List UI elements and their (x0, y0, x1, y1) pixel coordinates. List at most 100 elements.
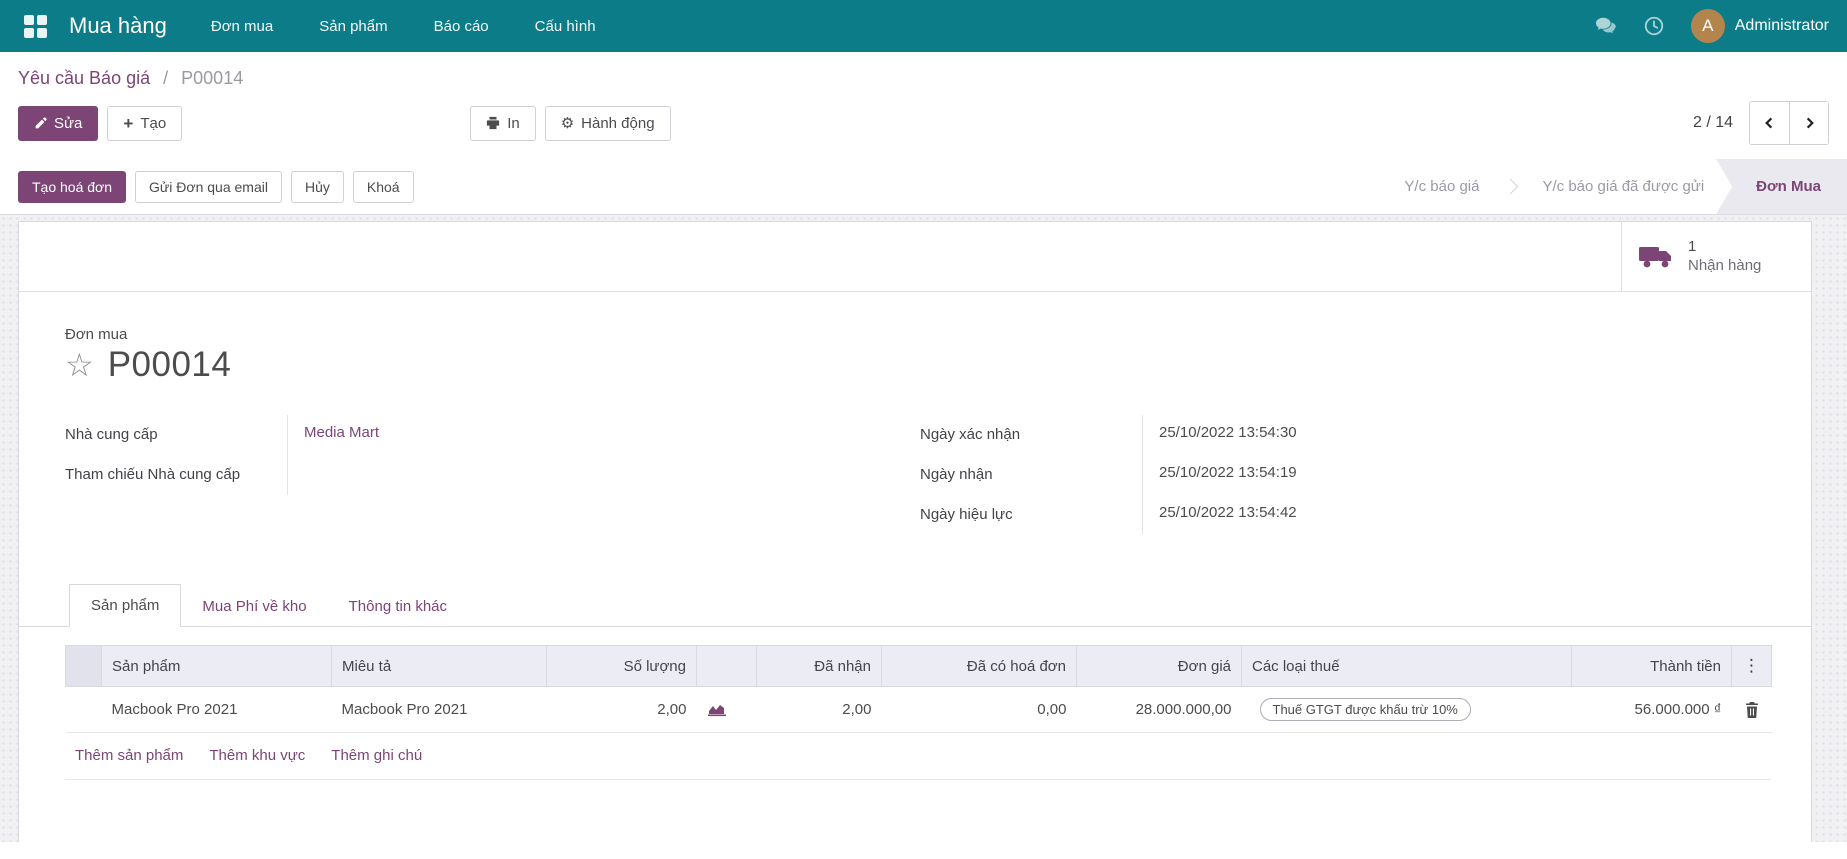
confirm-date-value[interactable]: 25/10/2022 13:54:30 (1142, 415, 1765, 455)
breadcrumb-current: P00014 (181, 68, 244, 88)
forecast-chart-icon[interactable] (707, 702, 727, 718)
tab-products[interactable]: Sản phẩm (69, 584, 182, 628)
add-product-link[interactable]: Thêm sản phẩm (75, 747, 183, 764)
action-button-label: Hành động (581, 114, 655, 132)
messages-icon[interactable] (1595, 15, 1617, 37)
field-groups: Nhà cung cấp Media Mart Tham chiếu Nhà c… (19, 385, 1811, 535)
header-taxes[interactable]: Các loại thuế (1241, 645, 1572, 688)
plus-icon: + (123, 113, 134, 133)
create-invoice-button[interactable]: Tạo hoá đơn (18, 170, 127, 203)
effective-date-label: Ngày hiệu lực (920, 505, 1013, 523)
table-header-row: Sản phẩm Miêu tả Số lượng Đã nhận Đã có … (65, 645, 1772, 688)
form-sheet: 1 Nhận hàng Đơn mua ☆ P00014 Nhà cung cấ… (18, 221, 1812, 842)
activities-clock-icon[interactable] (1643, 15, 1665, 37)
user-menu[interactable]: A Administrator (1690, 9, 1829, 43)
favorite-star-icon[interactable]: ☆ (65, 349, 94, 381)
edit-button[interactable]: Sửa (18, 105, 99, 141)
column-options-kebab-icon[interactable]: ⋮ (1731, 645, 1772, 688)
header-subtotal[interactable]: Thành tiền (1571, 645, 1732, 688)
header-billed[interactable]: Đã có hoá đơn (881, 645, 1077, 688)
receipt-count: 1 (1688, 237, 1697, 255)
header-description[interactable]: Miêu tả (331, 645, 547, 688)
cell-description[interactable]: Macbook Pro 2021 (331, 686, 547, 734)
receipt-label: Nhận hàng (1688, 256, 1762, 274)
avatar: A (1690, 9, 1725, 43)
menu-cau-hinh[interactable]: Cấu hình (535, 18, 596, 35)
page-title: P00014 (107, 345, 232, 384)
receipt-date-value[interactable]: 25/10/2022 13:54:19 (1142, 454, 1765, 495)
delete-trash-icon[interactable] (1745, 702, 1759, 719)
tab-other-info[interactable]: Thông tin khác (328, 586, 468, 627)
title-block: Đơn mua ☆ P00014 (19, 292, 1811, 385)
tax-tag[interactable]: Thuế GTGT được khấu trừ 10% (1259, 698, 1471, 722)
tab-landed-costs[interactable]: Mua Phí về kho (181, 586, 327, 627)
main-menu: Đơn mua Sản phẩm Báo cáo Cấu hình (211, 18, 596, 35)
step-rfq-sent[interactable]: Y/c báo giá đã được gửi (1530, 159, 1716, 214)
handle-column-header (65, 645, 102, 688)
pencil-icon (35, 116, 47, 128)
truck-icon (1639, 246, 1671, 267)
menu-san-pham[interactable]: Sản phẩm (319, 18, 387, 35)
pager-value: 2 / 14 (1692, 114, 1733, 131)
menu-bao-cao[interactable]: Báo cáo (434, 18, 489, 35)
send-by-email-button[interactable]: Gửi Đơn qua email (135, 170, 282, 203)
navbar-right: A Administrator (1595, 9, 1829, 43)
breadcrumb-parent-link[interactable]: Yêu cầu Báo giá (18, 68, 150, 88)
top-navbar: Mua hàng Đơn mua Sản phẩm Báo cáo Cấu hì… (0, 0, 1847, 52)
cell-subtotal: 56.000.000 ₫ (1571, 686, 1732, 734)
step-purchase-order-active[interactable]: Đơn Mua (1716, 159, 1847, 214)
lock-button[interactable]: Khoá (352, 170, 414, 203)
vendor-label: Nhà cung cấp (65, 426, 158, 443)
pager-previous-button[interactable] (1750, 102, 1789, 144)
status-steps: Y/c báo giá Y/c báo giá đã được gửi Đơn … (1392, 159, 1847, 214)
menu-don-mua[interactable]: Đơn mua (211, 18, 273, 35)
row-handle-cell (65, 686, 102, 734)
step-rfq[interactable]: Y/c báo giá (1392, 159, 1491, 214)
create-button-label: Tạo (140, 114, 167, 132)
breadcrumb-separator: / (163, 68, 169, 88)
confirm-date-label: Ngày xác nhận (920, 426, 1021, 443)
apps-grid-icon[interactable] (24, 14, 47, 38)
header-unit-price[interactable]: Đơn giá (1076, 645, 1242, 688)
action-button[interactable]: ⚙ Hành động (544, 105, 671, 141)
cell-product[interactable]: Macbook Pro 2021 (101, 686, 332, 734)
cancel-button[interactable]: Hủy (290, 170, 344, 203)
step-chevron-icon (1503, 178, 1519, 195)
breadcrumb: Yêu cầu Báo giá / P00014 (0, 52, 1847, 91)
chevron-left-icon (1765, 117, 1773, 129)
effective-date-value[interactable]: 25/10/2022 13:54:42 (1142, 494, 1765, 535)
line-add-links: Thêm sản phẩm Thêm khu vực Thêm ghi chú (65, 733, 1771, 781)
add-note-link[interactable]: Thêm ghi chú (331, 747, 422, 764)
cell-unit-price[interactable]: 28.000.000,00 (1076, 686, 1242, 734)
notebook-tabs: Sản phẩm Mua Phí về kho Thông tin khác (19, 580, 1811, 628)
print-button[interactable]: In (470, 105, 536, 141)
table-row[interactable]: Macbook Pro 2021 Macbook Pro 2021 2,00 2… (65, 686, 1772, 734)
doc-type-label: Đơn mua (65, 326, 128, 343)
header-product[interactable]: Sản phẩm (101, 645, 332, 688)
receipt-smart-button[interactable]: 1 Nhận hàng (1621, 222, 1811, 291)
header-forecast (696, 645, 757, 688)
print-button-label: In (507, 114, 520, 132)
pager: 2 / 14 (1693, 101, 1829, 145)
field-group-right: Ngày xác nhận 25/10/2022 13:54:30 Ngày n… (920, 415, 1765, 535)
vendor-reference-value[interactable] (287, 454, 910, 495)
cell-taxes: Thuế GTGT được khấu trừ 10% (1241, 686, 1572, 734)
control-panel: Sửa + Tạo In ⚙ Hành động 2 / 14 (0, 91, 1847, 159)
order-lines-table: Sản phẩm Miêu tả Số lượng Đã nhận Đã có … (65, 645, 1772, 734)
field-group-left: Nhà cung cấp Media Mart Tham chiếu Nhà c… (65, 415, 910, 534)
add-section-link[interactable]: Thêm khu vực (209, 747, 305, 764)
gear-icon: ⚙ (560, 114, 575, 132)
vendor-value-link[interactable]: Media Mart (287, 415, 910, 455)
cell-received[interactable]: 2,00 (756, 686, 882, 734)
user-name: Administrator (1734, 17, 1829, 34)
cell-quantity[interactable]: 2,00 (546, 686, 697, 734)
cell-billed[interactable]: 0,00 (881, 686, 1077, 734)
create-button[interactable]: + Tạo (107, 105, 183, 141)
statusbar: Tạo hoá đơn Gửi Đơn qua email Hủy Khoá Y… (0, 159, 1847, 215)
pager-next-button[interactable] (1789, 102, 1828, 144)
header-quantity[interactable]: Số lượng (546, 645, 697, 688)
header-received[interactable]: Đã nhận (756, 645, 882, 688)
app-brand[interactable]: Mua hàng (69, 13, 167, 39)
receipt-date-label: Ngày nhận (920, 465, 993, 483)
chevron-right-icon (1806, 117, 1814, 129)
